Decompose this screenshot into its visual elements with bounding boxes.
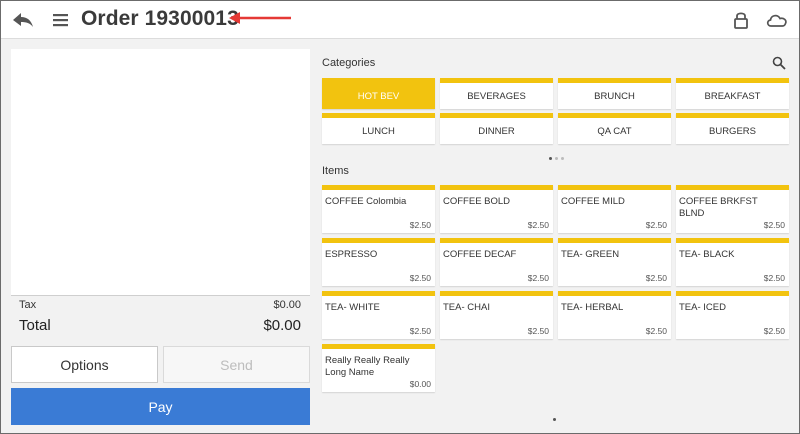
header-bar: Order 19300013 [1, 1, 799, 39]
cloud-icon[interactable] [765, 11, 789, 29]
item-tile[interactable]: COFFEE MILD $2.50 [558, 185, 671, 233]
category-label: BRUNCH [594, 90, 635, 102]
category-label: DINNER [478, 125, 515, 137]
tax-value: $0.00 [273, 299, 301, 311]
category-tile-brunch[interactable]: BRUNCH [558, 78, 671, 109]
item-name: TEA- BLACK [679, 249, 735, 260]
search-icon[interactable] [772, 56, 786, 70]
item-page-indicator [553, 418, 556, 421]
item-name: COFFEE BRKFST BLND [679, 196, 758, 219]
item-name: COFFEE DECAF [443, 249, 517, 260]
item-price: $2.50 [409, 273, 431, 283]
send-button[interactable]: Send [163, 346, 310, 383]
category-tile-breakfast[interactable]: BREAKFAST [676, 78, 789, 109]
item-tile[interactable]: TEA- BLACK $2.50 [676, 238, 789, 286]
total-value: $0.00 [263, 317, 301, 334]
item-tile[interactable]: COFFEE BOLD $2.50 [440, 185, 553, 233]
item-price: $2.50 [527, 220, 549, 230]
item-name: ESPRESSO [325, 249, 378, 260]
item-price: $2.50 [763, 220, 785, 230]
page-dot [555, 157, 558, 160]
item-name: COFFEE Colombia [325, 196, 407, 207]
item-name: TEA- CHAI [443, 302, 490, 313]
category-tile-hot-bev[interactable]: HOT BEV [322, 78, 435, 109]
lock-icon[interactable] [732, 10, 750, 30]
category-label: BEVERAGES [467, 90, 526, 102]
category-tile-burgers[interactable]: BURGERS [676, 113, 789, 144]
pay-button[interactable]: Pay [11, 388, 310, 425]
category-label: LUNCH [362, 125, 395, 137]
category-tile-qa-cat[interactable]: QA CAT [558, 113, 671, 144]
category-page-indicator [549, 157, 564, 160]
item-price: $2.50 [645, 273, 667, 283]
category-tile-dinner[interactable]: DINNER [440, 113, 553, 144]
category-label: QA CAT [597, 125, 632, 137]
page-dot-active [549, 157, 552, 160]
item-name: TEA- GREEN [561, 249, 620, 260]
page-dot-active [553, 418, 556, 421]
item-price: $2.50 [645, 326, 667, 336]
category-label: BREAKFAST [704, 90, 761, 102]
item-tile[interactable]: TEA- GREEN $2.50 [558, 238, 671, 286]
page-title: Order 19300013 [81, 7, 239, 30]
annotation-arrow-icon [229, 10, 293, 26]
item-tile[interactable]: TEA- WHITE $2.50 [322, 291, 435, 339]
options-button[interactable]: Options [11, 346, 158, 383]
category-label: BURGERS [709, 125, 756, 137]
item-name: TEA- ICED [679, 302, 726, 313]
items-heading: Items [322, 165, 349, 177]
item-tile[interactable]: ESPRESSO $2.50 [322, 238, 435, 286]
item-price: $2.50 [527, 326, 549, 336]
item-tile[interactable]: COFFEE DECAF $2.50 [440, 238, 553, 286]
category-tile-lunch[interactable]: LUNCH [322, 113, 435, 144]
item-name: COFFEE MILD [561, 196, 625, 207]
page-dot [561, 157, 564, 160]
back-arrow-icon[interactable] [11, 9, 35, 31]
item-tile[interactable]: TEA- ICED $2.50 [676, 291, 789, 339]
categories-heading: Categories [322, 57, 376, 69]
ticket-divider [11, 295, 310, 296]
item-price: $0.00 [409, 379, 431, 389]
category-tile-beverages[interactable]: BEVERAGES [440, 78, 553, 109]
item-price: $2.50 [763, 273, 785, 283]
total-label: Total [19, 317, 51, 334]
item-price: $2.50 [527, 273, 549, 283]
item-tile[interactable]: Really Really Really Long Name $0.00 [322, 344, 435, 392]
order-ticket [11, 49, 310, 295]
pos-window: Order 19300013 Tax $0.00 Total $0.00 Opt… [0, 0, 800, 434]
item-price: $2.50 [409, 326, 431, 336]
item-name: TEA- WHITE [325, 302, 380, 313]
item-name: Really Really Really Long Name [325, 355, 410, 378]
item-price: $2.50 [763, 326, 785, 336]
category-grid: HOT BEV BEVERAGES BRUNCH BREAKFAST LUNCH… [322, 78, 789, 144]
category-label: HOT BEV [357, 90, 400, 102]
item-price: $2.50 [645, 220, 667, 230]
item-tile[interactable]: TEA- HERBAL $2.50 [558, 291, 671, 339]
item-tile[interactable]: COFFEE BRKFST BLND $2.50 [676, 185, 789, 233]
item-tile[interactable]: COFFEE Colombia $2.50 [322, 185, 435, 233]
item-price: $2.50 [409, 220, 431, 230]
hamburger-menu-icon[interactable] [51, 10, 71, 30]
item-name: COFFEE BOLD [443, 196, 511, 207]
item-grid: COFFEE Colombia $2.50 COFFEE BOLD $2.50 … [322, 185, 789, 392]
item-tile[interactable]: TEA- CHAI $2.50 [440, 291, 553, 339]
tax-label: Tax [19, 299, 37, 311]
item-name: TEA- HERBAL [561, 302, 624, 313]
